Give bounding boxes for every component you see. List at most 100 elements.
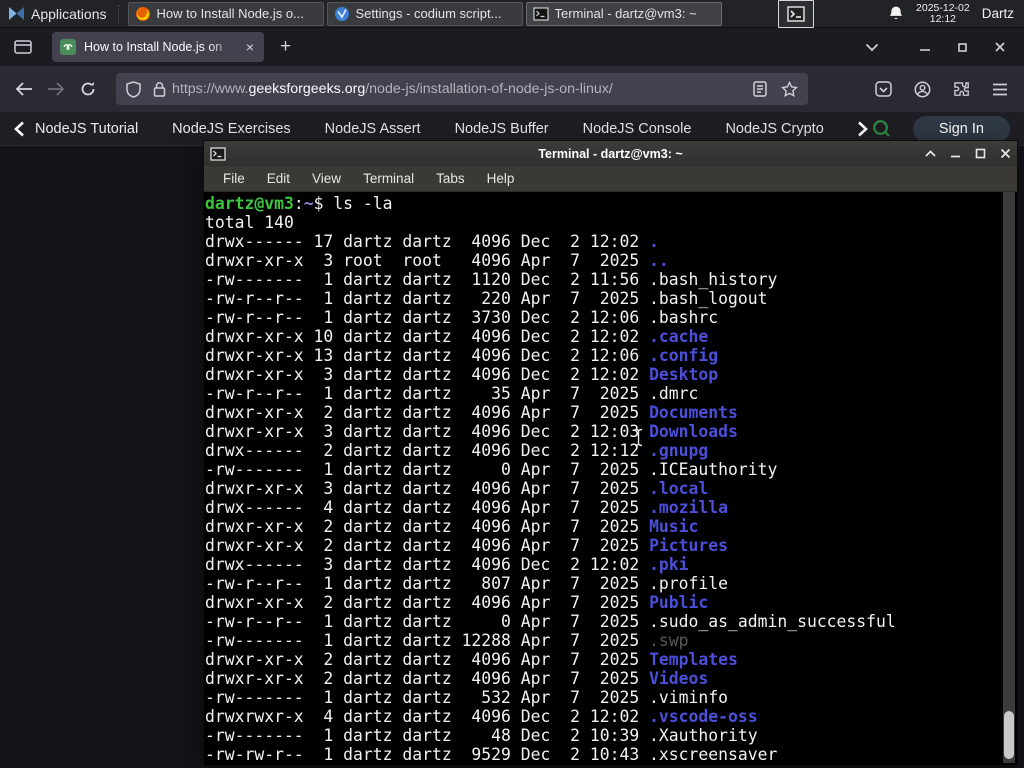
list-tabs-chevron-icon[interactable] (865, 43, 879, 52)
terminal-window-icon (210, 146, 226, 161)
terminal-window: Terminal - dartz@vm3: ~ File Edit View Term… (203, 140, 1018, 766)
terminal-menu-view[interactable]: View (303, 168, 350, 189)
new-tab-button[interactable]: + (280, 36, 291, 58)
signin-button[interactable]: Sign In (912, 115, 1010, 142)
terminal-line: drwxr-xr-x 2 dartz dartz 4096 Apr 7 2025… (205, 517, 699, 536)
lock-icon[interactable] (153, 81, 166, 97)
terminal-output[interactable]: dartz@vm3:~$ ls -la total 140 drwx------ 1… (204, 192, 1003, 763)
close-terminal-button[interactable] (1000, 148, 1011, 159)
terminal-line: drwxrwxr-x 4 dartz dartz 4096 Dec 2 12:0… (205, 707, 758, 726)
site-nav-item[interactable]: NodeJS Exercises (172, 121, 290, 137)
close-window-button[interactable] (994, 41, 1006, 53)
terminal-icon (786, 5, 805, 22)
top-panel: Applications How to Install Node.js o...… (0, 0, 1024, 28)
site-nav-item[interactable]: NodeJS Buffer (455, 121, 549, 137)
site-nav-item[interactable]: NodeJS Console (583, 121, 692, 137)
clock-date: 2025-12-02 (916, 1, 970, 14)
terminal-title: Terminal - dartz@vm3: ~ (538, 146, 683, 161)
terminal-line: -rw-r--r-- 1 dartz dartz 807 Apr 7 2025 … (205, 574, 729, 593)
site-nav-item[interactable]: NodeJS Crypto (725, 121, 823, 137)
maximize-button[interactable] (957, 42, 968, 53)
tab-title: How to Install Node.js on (84, 40, 223, 54)
terminal-line: drwxr-xr-x 3 root root 4096 Apr 7 2025 .… (205, 251, 669, 270)
url-bar[interactable]: https://www.geeksforgeeks.org/node-js/in… (116, 73, 808, 105)
downloads-icon[interactable] (875, 81, 892, 97)
maximize-terminal-button[interactable] (975, 148, 986, 159)
applications-menu-button[interactable]: Applications (0, 0, 115, 27)
firefox-view-icon[interactable] (8, 33, 38, 61)
text-cursor-ibeam (633, 428, 644, 447)
terminal-line: drwxr-xr-x 10 dartz dartz 4096 Dec 2 12:… (205, 327, 709, 346)
terminal-line: drwxr-xr-x 2 dartz dartz 4096 Apr 7 2025… (205, 593, 709, 612)
taskbar-window-label: Settings - codium script... (355, 6, 502, 21)
terminal-line: -rw-rw-r-- 1 dartz dartz 9529 Dec 2 10:4… (205, 745, 778, 763)
minimize-terminal-button[interactable] (950, 149, 961, 158)
terminal-line: -rw------- 1 dartz dartz 532 Apr 7 2025 … (205, 688, 729, 707)
back-button[interactable] (8, 73, 40, 105)
browser-tab-active[interactable]: How to Install Node.js on × (52, 32, 264, 62)
tracking-shield-icon[interactable] (126, 80, 141, 98)
terminal-titlebar[interactable]: Terminal - dartz@vm3: ~ (204, 141, 1017, 166)
terminal-scrollbar[interactable] (1003, 192, 1015, 763)
terminal-line: -rw------- 1 dartz dartz 0 Apr 7 2025 .I… (205, 460, 778, 479)
terminal-line: total 140 (205, 213, 294, 232)
window-button-list: How to Install Node.js o... Settings - co… (127, 0, 722, 29)
terminal-line: drwx------ 3 dartz dartz 4096 Dec 2 12:0… (205, 555, 689, 574)
terminal-line: dartz@vm3:~$ ls -la (205, 194, 393, 213)
terminal-scrollbar-thumb[interactable] (1004, 711, 1014, 759)
reload-button[interactable] (72, 73, 104, 105)
bookmark-star-icon[interactable] (781, 81, 798, 97)
url-text: https://www.geeksforgeeks.org/node-js/in… (172, 81, 613, 97)
taskbar-window-button[interactable]: Terminal - dartz@vm3: ~ (525, 1, 722, 26)
tab-close-button[interactable]: × (244, 38, 256, 56)
terminal-line: -rw-r--r-- 1 dartz dartz 3730 Dec 2 12:0… (205, 308, 719, 327)
taskbar-window-label: Terminal - dartz@vm3: ~ (554, 6, 697, 21)
terminal-icon (532, 6, 549, 21)
terminal-line: drwxr-xr-x 13 dartz dartz 4096 Dec 2 12:… (205, 346, 719, 365)
site-nav-item[interactable]: NodeJS Assert (325, 121, 421, 137)
terminal-menu-file[interactable]: File (214, 168, 254, 189)
menu-hamburger-icon[interactable] (992, 83, 1008, 96)
terminal-line: -rw------- 1 dartz dartz 1120 Dec 2 11:5… (205, 270, 778, 289)
site-nav-item[interactable]: NodeJS Tutorial (35, 121, 138, 137)
terminal-line: drwxr-xr-x 3 dartz dartz 4096 Dec 2 12:0… (205, 422, 738, 441)
terminal-line: drwx------ 17 dartz dartz 4096 Dec 2 12:… (205, 232, 659, 251)
terminal-menu-terminal[interactable]: Terminal (354, 168, 423, 189)
forward-button[interactable] (40, 73, 72, 105)
terminal-line: drwxr-xr-x 2 dartz dartz 4096 Apr 7 2025… (205, 403, 738, 422)
terminal-menu-help[interactable]: Help (478, 168, 524, 189)
reader-mode-icon[interactable] (753, 81, 767, 97)
terminal-line: drwxr-xr-x 3 dartz dartz 4096 Apr 7 2025… (205, 479, 709, 498)
shade-window-button[interactable] (925, 150, 936, 157)
minimize-button[interactable] (919, 41, 931, 53)
applications-menu-label: Applications (31, 5, 107, 22)
terminal-menu-tabs[interactable]: Tabs (427, 168, 474, 189)
browser-tab-bar: How to Install Node.js on × + (0, 28, 1024, 66)
nav-scroll-right-icon[interactable] (857, 121, 868, 137)
terminal-line: -rw------- 1 dartz dartz 12288 Apr 7 202… (205, 631, 689, 650)
terminal-line: drwxr-xr-x 2 dartz dartz 4096 Apr 7 2025… (205, 650, 738, 669)
site-search-icon[interactable] (872, 119, 891, 138)
notification-bell-icon[interactable] (888, 5, 904, 22)
taskbar-window-button[interactable]: Settings - codium script... (326, 1, 523, 26)
terminal-line: drwx------ 2 dartz dartz 4096 Dec 2 12:1… (205, 441, 709, 460)
terminal-menu-edit[interactable]: Edit (258, 168, 299, 189)
system-tray: 2025-12-02 12:12 Dartz (888, 0, 1024, 27)
nav-scroll-left-icon[interactable] (14, 121, 25, 137)
applications-logo-icon (8, 6, 25, 21)
account-icon[interactable] (914, 81, 931, 98)
terminal-line: -rw-r--r-- 1 dartz dartz 0 Apr 7 2025 .s… (205, 612, 896, 631)
extensions-puzzle-icon[interactable] (953, 81, 970, 98)
gfg-favicon (60, 39, 76, 55)
terminal-line: drwx------ 4 dartz dartz 4096 Apr 7 2025… (205, 498, 729, 517)
panel-clock[interactable]: 2025-12-02 12:12 (916, 1, 970, 25)
terminal-line: drwxr-xr-x 2 dartz dartz 4096 Apr 7 2025… (205, 536, 729, 555)
user-menu[interactable]: Dartz (982, 6, 1016, 21)
terminal-line: -rw------- 1 dartz dartz 48 Dec 2 10:39 … (205, 726, 758, 745)
browser-toolbar: https://www.geeksforgeeks.org/node-js/in… (0, 66, 1024, 112)
terminal-launcher-button[interactable] (777, 0, 814, 28)
site-nav-items: NodeJS Tutorial NodeJS Exercises NodeJS As… (35, 121, 857, 137)
terminal-line: -rw-r--r-- 1 dartz dartz 35 Apr 7 2025 .… (205, 384, 699, 403)
terminal-line: drwxr-xr-x 3 dartz dartz 4096 Dec 2 12:0… (205, 365, 719, 384)
taskbar-window-button[interactable]: How to Install Node.js o... (127, 1, 324, 26)
